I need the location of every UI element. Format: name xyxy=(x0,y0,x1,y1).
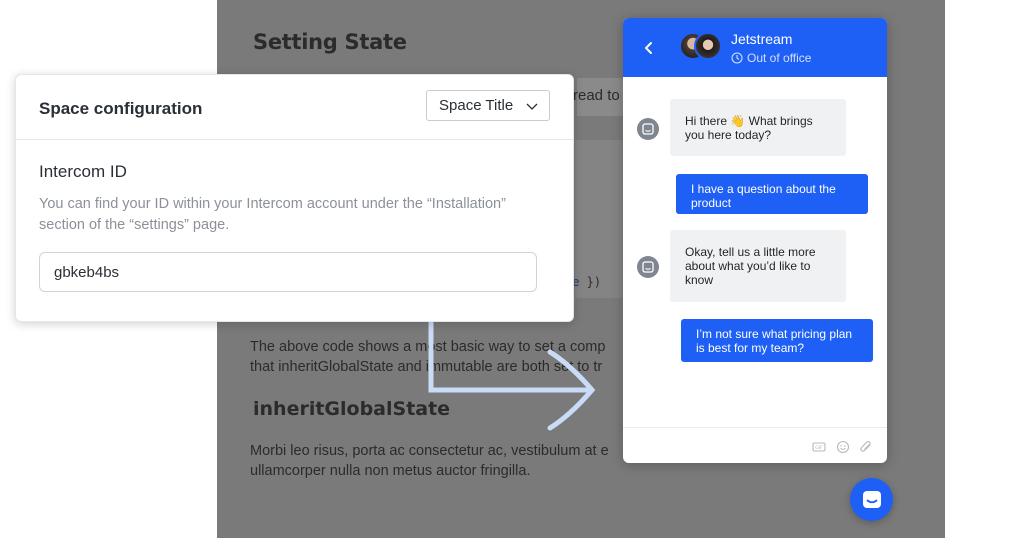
agent-avatars xyxy=(679,32,723,62)
clock-icon xyxy=(731,52,743,64)
agent-status: Out of office xyxy=(731,51,811,65)
bot-avatar-icon xyxy=(637,256,659,278)
intercom-id-help: You can find your ID within your Interco… xyxy=(39,196,506,233)
chat-window: Jetstream Out of office Hi there 👋 What … xyxy=(623,18,887,463)
select-value: Space Title xyxy=(439,97,514,114)
gif-icon[interactable]: GIF xyxy=(812,440,826,454)
avatar xyxy=(694,32,722,60)
doc-paragraph-1-line-1: The above code shows a most basic way to… xyxy=(250,339,606,355)
code-tail: }) xyxy=(579,275,602,289)
space-title-select[interactable]: Space Title xyxy=(426,90,550,121)
config-title: Space configuration xyxy=(39,99,203,118)
chat-message-user: I’m not sure what pricing plan is best f… xyxy=(681,319,873,362)
agent-status-text: Out of office xyxy=(747,51,812,65)
doc-paragraph-2-line-1: Morbi leo risus, porta ac consectetur ac… xyxy=(250,443,609,459)
bot-avatar-icon xyxy=(637,118,659,140)
intercom-id-input[interactable] xyxy=(39,252,537,292)
attachment-icon[interactable] xyxy=(859,440,873,454)
back-arrow-icon[interactable] xyxy=(641,40,657,56)
space-configuration-card: Space configuration Space Title Intercom… xyxy=(15,74,574,322)
chat-bubble-icon xyxy=(863,491,881,508)
doc-subtitle: inheritGlobalState xyxy=(253,398,451,420)
agent-name: Jetstream xyxy=(731,31,793,47)
doc-paragraph-1-line-2: that inheritGlobalState and immutable ar… xyxy=(250,359,603,375)
emoji-icon[interactable] xyxy=(836,440,850,454)
intercom-id-label: Intercom ID xyxy=(39,162,127,181)
chat-composer[interactable]: GIF xyxy=(623,427,887,463)
doc-title: Setting State xyxy=(253,30,407,54)
config-header: Space configuration Space Title xyxy=(16,75,573,140)
chat-message-user: I have a question about the product xyxy=(676,174,868,214)
chat-message-bot: Hi there 👋 What brings you here today? xyxy=(670,99,846,156)
chevron-down-icon xyxy=(526,103,538,110)
chat-header: Jetstream Out of office xyxy=(623,18,887,77)
doc-paragraph-2-line-2: ullamcorper nulla non metus auctor fring… xyxy=(250,463,531,479)
svg-text:GIF: GIF xyxy=(815,445,823,451)
code-top-text: read to xyxy=(573,87,620,104)
chat-message-bot: Okay, tell us a little more about what y… xyxy=(670,230,846,302)
messenger-launcher-button[interactable] xyxy=(850,478,893,521)
